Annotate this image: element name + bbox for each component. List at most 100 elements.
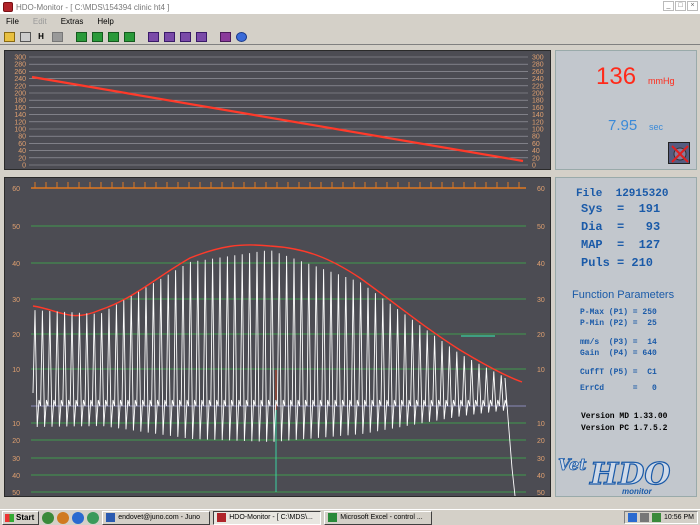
logo-prefix: Vet <box>558 455 587 474</box>
grid-view-1-icon[interactable] <box>146 30 160 43</box>
h-button[interactable]: H <box>34 30 48 43</box>
top-right-tick-label: 180 <box>532 98 544 105</box>
help-icon[interactable] <box>234 30 248 43</box>
diastolic-value: Dia = 93 <box>581 220 661 234</box>
menu-file[interactable]: File <box>6 17 19 26</box>
top-right-tick-label: 280 <box>532 62 544 69</box>
task-hdo-monitor[interactable]: HDO-Monitor - [ C:\MDS\... <box>213 510 322 525</box>
main-left-tick-label: 20 <box>12 332 20 339</box>
open-folder-icon[interactable] <box>2 30 16 43</box>
top-left-tick-label: 200 <box>14 91 26 98</box>
grid-view-3-icon[interactable] <box>178 30 192 43</box>
oscillation-trace <box>32 250 516 497</box>
pulse-value: Puls = 210 <box>581 256 654 270</box>
cuff-pressure-trace <box>31 75 524 163</box>
top-left-tick-label: 80 <box>18 134 26 141</box>
main-right-tick-label: 60 <box>537 186 545 193</box>
top-left-tick-label: 240 <box>14 76 26 83</box>
live-readout-panel: 136 mmHg 7.95 sec <box>555 50 697 170</box>
top-right-tick-label: 20 <box>532 155 540 162</box>
top-left-tick-label: 220 <box>14 83 26 90</box>
main-left-tick-label: 30 <box>12 456 20 463</box>
top-left-tick-label: 120 <box>14 119 26 126</box>
menu-extras[interactable]: Extras <box>61 17 84 26</box>
main-left-tick-label: 50 <box>12 224 20 231</box>
grid-view-4-icon[interactable] <box>194 30 208 43</box>
chart-icon[interactable] <box>218 30 232 43</box>
close-button[interactable]: × <box>687 1 698 11</box>
top-left-tick-label: 100 <box>14 127 26 134</box>
nav-next-icon[interactable] <box>106 30 120 43</box>
toolbar: H <box>0 29 700 45</box>
hdo-monitor-window: HDO-Monitor - [ C:\MDS\154394 clinic ht4… <box>0 0 700 525</box>
file-number: File 12915320 <box>576 188 669 200</box>
tray-app-icon[interactable] <box>652 513 662 522</box>
main-right-tick-label: 40 <box>537 261 545 268</box>
main-right-tick-label: 40 <box>537 473 545 480</box>
menu-bar: File Edit Extras Help <box>0 14 700 29</box>
tray-network-icon[interactable] <box>628 513 638 522</box>
oscillogram-chart-svg: 60 60 50 50 40 40 30 30 20 20 10 10 10 10 20 20 30 30 40 40… <box>12 182 545 497</box>
param-errcd: ErrCd = 0 <box>580 384 657 393</box>
top-right-tick-label: 0 <box>532 163 536 170</box>
print-icon[interactable] <box>18 30 32 43</box>
nav-prev-icon[interactable] <box>90 30 104 43</box>
app-icon <box>3 2 13 12</box>
tray-volume-icon[interactable] <box>640 513 650 522</box>
nav-first-icon[interactable] <box>74 30 88 43</box>
logo-sub: monitor <box>622 487 653 496</box>
top-right-tick-label: 200 <box>532 91 544 98</box>
top-right-tick-label: 100 <box>532 127 544 134</box>
top-right-tick-label: 40 <box>532 148 540 155</box>
clock: 10:56 PM <box>664 514 694 521</box>
systolic-value: Sys = 191 <box>581 202 661 216</box>
start-button[interactable]: Start <box>2 510 40 525</box>
oscillogram-chart: 60 60 50 50 40 40 30 30 20 20 10 10 10 10 20 20 30 30 40 40… <box>4 177 551 497</box>
task-excel[interactable]: Microsoft Excel - control ... <box>324 510 433 525</box>
menu-help[interactable]: Help <box>97 17 113 26</box>
windows-logo-icon <box>5 513 14 522</box>
main-right-tick-label: 10 <box>537 421 545 428</box>
version-pc: Version PC 1.7.5.2 <box>581 424 668 433</box>
title-bar: HDO-Monitor - [ C:\MDS\154394 clinic ht4… <box>0 0 700 14</box>
pressure-chart-svg: 300 300280 280260 260240 240220 220200 200180 1… <box>14 55 544 170</box>
stop-icon[interactable] <box>50 30 64 43</box>
juno-icon <box>106 513 116 522</box>
excel-icon <box>328 513 338 522</box>
main-left-tick-label: 10 <box>12 421 20 428</box>
menu-edit[interactable]: Edit <box>33 17 47 26</box>
top-right-tick-label: 120 <box>532 119 544 126</box>
task-juno[interactable]: endovet@juno.com - Juno <box>102 510 211 525</box>
window-title: HDO-Monitor - [ C:\MDS\154394 clinic ht4… <box>16 2 170 12</box>
quicklaunch-desktop-icon[interactable] <box>42 511 55 524</box>
top-left-tick-label: 140 <box>14 112 26 119</box>
quicklaunch-browser-icon[interactable] <box>57 511 70 524</box>
top-left-tick-label: 40 <box>18 148 26 155</box>
results-panel: File 12915320 Sys = 191 Dia = 93 MAP = 1… <box>555 177 697 497</box>
vet-hdo-logo: Vet HDO monitor <box>556 450 698 496</box>
minimize-button[interactable]: _ <box>663 1 674 11</box>
no-measurement-icon[interactable] <box>668 142 690 164</box>
pressure-chart: 300 300 280 280 260 260 240 240 220 220 200 200 180 1… <box>4 50 551 170</box>
main-right-tick-label: 20 <box>537 438 545 445</box>
system-tray: 10:56 PM <box>624 511 698 524</box>
top-right-tick-label: 80 <box>532 134 540 141</box>
main-right-tick-label: 50 <box>537 224 545 231</box>
main-left-tick-label: 50 <box>12 490 20 497</box>
top-right-tick-label: 260 <box>532 69 544 76</box>
top-right-tick-label: 60 <box>532 141 540 148</box>
start-label: Start <box>16 513 35 522</box>
quicklaunch-ie-icon[interactable] <box>72 511 85 524</box>
param-pmin: P-Min (P2) = 25 <box>580 319 657 328</box>
grid-view-2-icon[interactable] <box>162 30 176 43</box>
top-left-tick-label: 180 <box>14 98 26 105</box>
nav-last-icon[interactable] <box>122 30 136 43</box>
main-left-tick-label: 40 <box>12 261 20 268</box>
version-md: Version MD 1.33.00 <box>581 412 668 421</box>
function-parameters-title: Function Parameters <box>572 289 675 301</box>
top-left-tick-label: 20 <box>18 155 26 162</box>
top-left-tick-label: 260 <box>14 69 26 76</box>
maximize-button[interactable]: □ <box>675 1 686 11</box>
quicklaunch-app-icon[interactable] <box>87 511 100 524</box>
main-right-tick-label: 30 <box>537 456 545 463</box>
